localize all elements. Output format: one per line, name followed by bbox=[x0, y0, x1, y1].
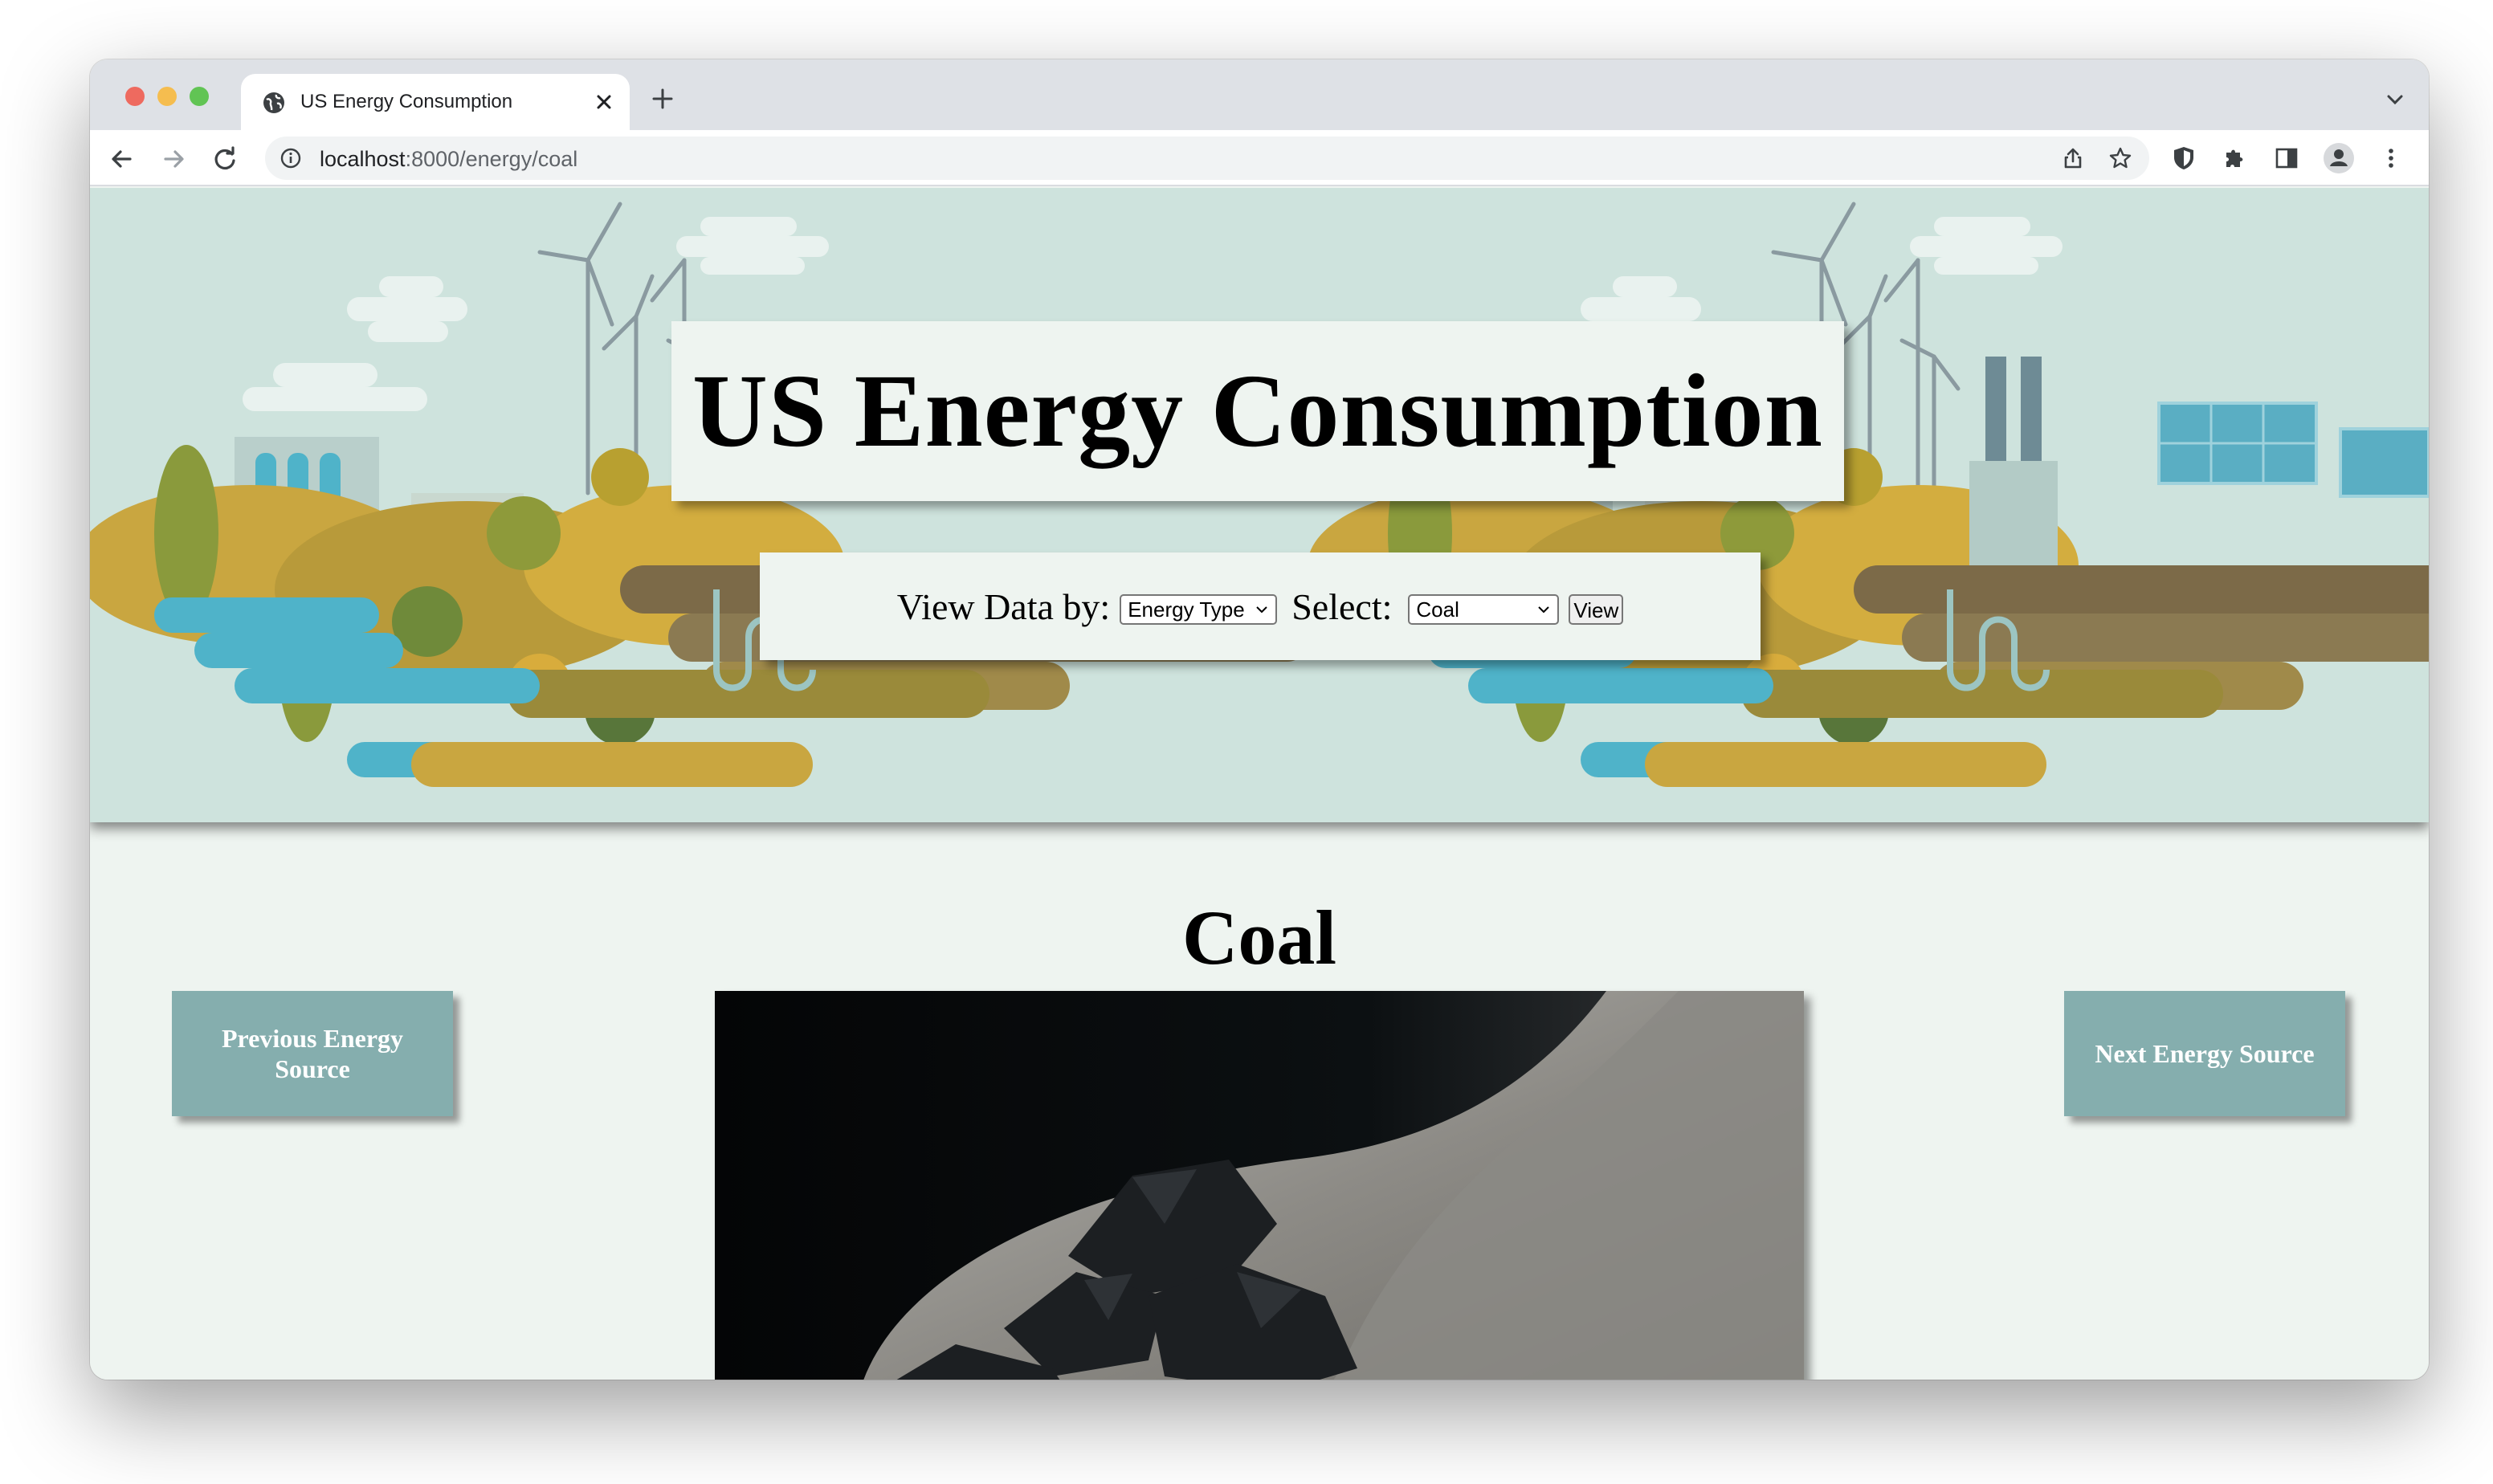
view-by-value: Energy Type bbox=[1128, 597, 1245, 622]
info-icon[interactable] bbox=[279, 147, 302, 169]
site-title-box: US Energy Consumption bbox=[671, 321, 1844, 501]
coal-shovel-photo bbox=[715, 991, 1804, 1380]
share-icon[interactable] bbox=[2061, 146, 2085, 170]
globe-icon bbox=[263, 92, 284, 113]
chevron-down-icon bbox=[1256, 606, 1267, 614]
minimize-window-button[interactable] bbox=[157, 87, 177, 106]
tab-strip: US Energy Consumption bbox=[90, 59, 2429, 130]
coal-shovel-image bbox=[715, 991, 1804, 1380]
page-content: US Energy Consumption View Data by: Ener… bbox=[90, 188, 2429, 1380]
renewable-landscape-illustration bbox=[90, 188, 2429, 822]
browser-tab[interactable]: US Energy Consumption bbox=[241, 74, 630, 130]
profile-avatar-icon[interactable] bbox=[2323, 142, 2355, 174]
url-path: :8000/energy/coal bbox=[405, 147, 578, 171]
new-tab-icon[interactable] bbox=[649, 85, 676, 112]
chevron-down-icon[interactable] bbox=[2384, 88, 2406, 111]
maximize-window-button[interactable] bbox=[190, 87, 209, 106]
more-menu-icon[interactable] bbox=[2377, 145, 2405, 172]
view-by-label: View Data by: bbox=[896, 585, 1111, 627]
extensions-puzzle-icon[interactable] bbox=[2222, 145, 2249, 172]
bookmark-star-icon[interactable] bbox=[2107, 145, 2133, 171]
previous-energy-source-button[interactable]: Previous Energy Source bbox=[172, 991, 453, 1116]
shield-icon[interactable] bbox=[2170, 145, 2197, 172]
chevron-down-icon bbox=[1538, 606, 1550, 614]
energy-source-value: Coal bbox=[1416, 597, 1459, 622]
site-title: US Energy Consumption bbox=[692, 353, 1823, 469]
reload-icon[interactable] bbox=[210, 145, 239, 173]
tab-title: US Energy Consumption bbox=[300, 91, 513, 112]
view-controls: View Data by: Energy Type Select: Coal V… bbox=[760, 552, 1761, 660]
url-text: localhost:8000/energy/coal bbox=[320, 147, 577, 172]
url-host: localhost bbox=[320, 147, 406, 171]
close-window-button[interactable] bbox=[125, 87, 145, 106]
next-energy-source-button[interactable]: Next Energy Source bbox=[2064, 991, 2345, 1116]
back-icon[interactable] bbox=[108, 145, 137, 173]
energy-source-select[interactable]: Coal bbox=[1408, 594, 1560, 625]
view-button[interactable]: View bbox=[1569, 594, 1624, 625]
header-banner bbox=[90, 188, 2429, 822]
side-panel-icon[interactable] bbox=[2273, 145, 2300, 172]
address-bar[interactable]: localhost:8000/energy/coal bbox=[265, 137, 2149, 180]
forward-icon[interactable] bbox=[159, 145, 188, 173]
browser-toolbar: localhost:8000/energy/coal bbox=[90, 130, 2429, 186]
energy-source-heading: Coal bbox=[1182, 895, 1336, 980]
close-tab-icon[interactable] bbox=[591, 89, 617, 115]
browser-window: US Energy Consumption localhost:8000/ene… bbox=[90, 59, 2429, 1380]
view-by-select[interactable]: Energy Type bbox=[1120, 594, 1278, 625]
select-label: Select: bbox=[1291, 585, 1393, 627]
